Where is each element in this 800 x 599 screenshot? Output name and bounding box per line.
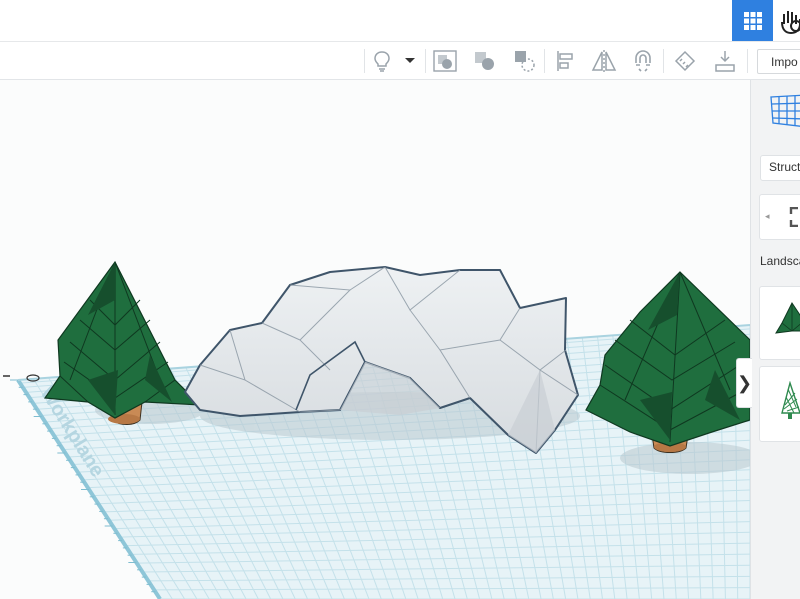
toolbar-separator — [425, 49, 426, 73]
library-item-pine-tree[interactable] — [759, 286, 800, 360]
library-item-lattice-tree[interactable] — [759, 366, 800, 442]
hole-button[interactable] — [509, 46, 539, 76]
shapes-panel: Structu ◂ Landsca — [750, 80, 800, 599]
ruler-button[interactable] — [670, 46, 700, 76]
ungroup-icon — [475, 52, 494, 70]
hand-sim-icon — [781, 11, 800, 35]
hole-solid-icon — [515, 51, 535, 72]
group-button[interactable] — [430, 46, 460, 76]
scene-canvas[interactable]: Workplane — [0, 80, 750, 599]
sim-lab-button[interactable] — [776, 2, 800, 40]
ruler-icon — [674, 50, 696, 72]
shape-category-dropdown[interactable]: Structu — [760, 155, 800, 181]
pine-tree-left[interactable] — [43, 260, 202, 425]
notes-button[interactable] — [367, 46, 397, 76]
workplane-icon — [715, 51, 735, 72]
align-button[interactable] — [550, 46, 580, 76]
lattice-tree-icon — [781, 381, 800, 419]
toolbar-separator — [364, 49, 365, 73]
mirror-button[interactable] — [589, 46, 619, 76]
grid-view-button[interactable] — [732, 0, 773, 41]
chevron-left-icon[interactable]: ◂ — [765, 211, 770, 222]
shape-bracket-icon — [789, 207, 798, 227]
group-icon — [433, 50, 457, 72]
magnet-icon — [635, 50, 651, 72]
cruise-button[interactable] — [628, 46, 658, 76]
panel-collapse-toggle[interactable]: ❯ — [736, 358, 752, 408]
align-icon — [557, 51, 573, 71]
top-bar — [0, 0, 800, 42]
library-title: Landsca — [760, 254, 800, 268]
mirror-icon — [591, 50, 617, 72]
workplane-grid-icon — [770, 94, 800, 127]
toolbar: Impo — [0, 42, 800, 80]
toolbar-separator — [747, 49, 748, 73]
dropdown-caret-icon — [405, 58, 415, 63]
pine-tree-icon — [775, 302, 800, 334]
import-button[interactable]: Impo — [757, 49, 800, 74]
shape-pager: ◂ — [759, 194, 800, 240]
workplane-button[interactable] — [710, 46, 740, 76]
workplane-tool[interactable] — [759, 85, 800, 133]
lightbulb-icon — [374, 51, 390, 72]
notes-dropdown[interactable] — [397, 46, 423, 76]
workplane-viewport[interactable]: Workplane — [0, 80, 750, 599]
toolbar-separator — [663, 49, 664, 73]
ungroup-button[interactable] — [470, 46, 500, 76]
grid-icon — [743, 11, 762, 30]
toolbar-separator — [544, 49, 545, 73]
